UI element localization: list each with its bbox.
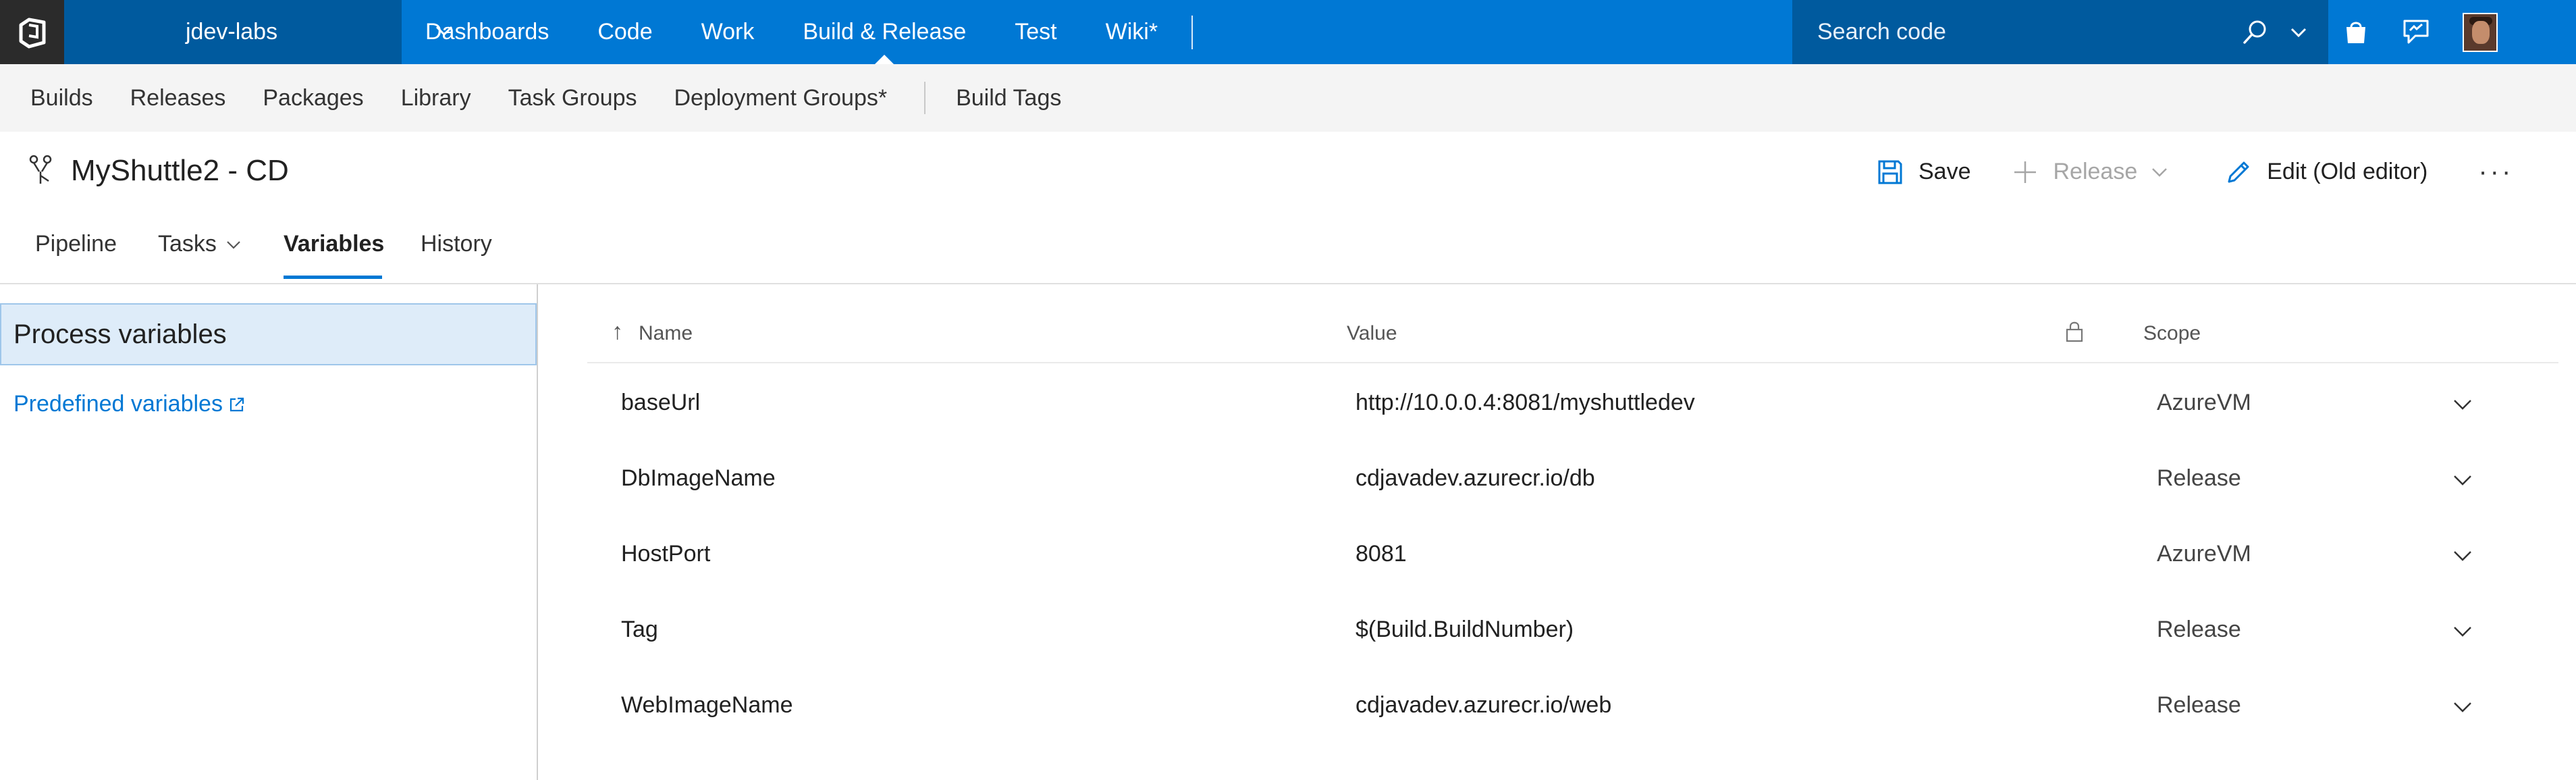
- more-actions-button[interactable]: ···: [2478, 157, 2513, 187]
- nav-code[interactable]: Code: [597, 0, 652, 64]
- predefined-variables-label: Predefined variables: [14, 391, 223, 417]
- edit-old-editor-button[interactable]: Edit (Old editor): [2225, 159, 2427, 186]
- sub-nav: Builds Releases Packages Library Task Gr…: [0, 64, 2576, 132]
- lock-icon[interactable]: [2064, 320, 2085, 343]
- process-variables-item[interactable]: Process variables: [0, 303, 537, 365]
- subnav-packages[interactable]: Packages: [263, 85, 363, 111]
- top-icons: [2342, 0, 2498, 64]
- subnav-deployment-groups[interactable]: Deployment Groups*: [674, 85, 887, 111]
- tab-tasks-label: Tasks: [158, 231, 217, 257]
- search-box: [1792, 0, 2328, 64]
- table-row[interactable]: baseUrl http://10.0.0.4:8081/myshuttlede…: [587, 368, 2558, 444]
- definition-header: MyShuttle2 - CD Save Release Edit (Old e…: [0, 135, 2576, 209]
- tab-history[interactable]: History: [421, 231, 492, 257]
- subnav-task-groups[interactable]: Task Groups: [508, 85, 637, 111]
- chevron-down-icon[interactable]: [2450, 468, 2475, 492]
- release-button[interactable]: Release: [2012, 159, 2185, 186]
- external-link-icon: [230, 397, 244, 411]
- variable-name[interactable]: Tag: [621, 617, 658, 643]
- project-name: jdev-labs: [186, 19, 278, 45]
- project-selector[interactable]: jdev-labs: [64, 0, 453, 64]
- search-icon[interactable]: [2241, 18, 2270, 47]
- search-input[interactable]: [1816, 18, 2221, 46]
- sort-ascending-icon[interactable]: ↑: [612, 319, 623, 345]
- column-header-scope[interactable]: Scope: [2143, 322, 2201, 345]
- tab-tasks[interactable]: Tasks: [158, 231, 242, 257]
- nav-work[interactable]: Work: [701, 0, 755, 64]
- table-row[interactable]: DbImageName cdjavadev.azurecr.io/db Rele…: [587, 444, 2558, 519]
- table-row[interactable]: WebImageName cdjavadev.azurecr.io/web Re…: [587, 671, 2558, 746]
- variable-scope[interactable]: Release: [2157, 617, 2241, 643]
- variable-name[interactable]: baseUrl: [621, 390, 700, 416]
- nav-build-release[interactable]: Build & Release: [803, 0, 966, 64]
- variable-name[interactable]: HostPort: [621, 541, 710, 567]
- variable-scope[interactable]: Release: [2157, 465, 2241, 492]
- release-label: Release: [2053, 159, 2138, 184]
- variable-value[interactable]: cdjavadev.azurecr.io/web: [1356, 692, 1611, 719]
- grid-header: ↑ Name Value Scope: [587, 304, 2558, 363]
- nav-test[interactable]: Test: [1015, 0, 1056, 64]
- variable-value[interactable]: cdjavadev.azurecr.io/db: [1356, 465, 1595, 492]
- top-bar: jdev-labs Dashboards Code Work Build & R…: [0, 0, 2576, 64]
- subnav-builds[interactable]: Builds: [30, 85, 93, 111]
- feedback-icon[interactable]: [2402, 18, 2430, 47]
- nav-divider: [1191, 15, 1193, 49]
- table-row[interactable]: HostPort 8081 AzureVM: [587, 519, 2558, 595]
- save-label: Save: [1918, 159, 1971, 184]
- tab-variables[interactable]: Variables: [284, 231, 384, 257]
- variable-value[interactable]: http://10.0.0.4:8081/myshuttledev: [1356, 390, 1695, 416]
- hub-nav: Dashboards Code Work Build & Release Tes…: [425, 0, 1193, 64]
- release-definition-icon: [29, 155, 52, 184]
- variable-scope[interactable]: AzureVM: [2157, 390, 2251, 416]
- chevron-down-icon[interactable]: [2450, 695, 2475, 719]
- subnav-build-tags[interactable]: Build Tags: [956, 85, 1061, 111]
- variable-name[interactable]: WebImageName: [621, 692, 793, 719]
- variables-left-pane: Process variables Predefined variables: [0, 284, 538, 780]
- nav-wiki[interactable]: Wiki*: [1106, 0, 1158, 64]
- subnav-releases[interactable]: Releases: [130, 85, 226, 111]
- column-header-name[interactable]: Name: [639, 322, 693, 345]
- vsts-logo-icon[interactable]: [0, 0, 64, 64]
- edit-label: Edit (Old editor): [2267, 159, 2428, 184]
- variable-scope[interactable]: AzureVM: [2157, 541, 2251, 567]
- chevron-down-icon[interactable]: [2450, 544, 2475, 568]
- marketplace-bag-icon[interactable]: [2342, 19, 2369, 46]
- active-tab-indicator: [284, 276, 382, 279]
- pencil-icon: [2228, 161, 2249, 182]
- table-row[interactable]: Tag $(Build.BuildNumber) Release: [587, 595, 2558, 671]
- variable-value[interactable]: 8081: [1356, 541, 1407, 567]
- variable-name[interactable]: DbImageName: [621, 465, 776, 492]
- chevron-down-icon[interactable]: [2450, 392, 2475, 417]
- plus-icon: [2014, 161, 2036, 183]
- definition-tabs: Pipeline Tasks Variables History: [0, 223, 2576, 284]
- subnav-divider: [924, 82, 926, 114]
- chevron-down-icon: [2152, 167, 2168, 177]
- save-icon: [1878, 160, 1902, 184]
- column-header-value[interactable]: Value: [1347, 322, 1397, 345]
- chevron-down-icon[interactable]: [2450, 619, 2475, 644]
- header-actions: Save Release Edit (Old editor) ···: [1877, 157, 2513, 187]
- chevron-down-icon[interactable]: [2288, 22, 2309, 43]
- nav-dashboards[interactable]: Dashboards: [425, 0, 549, 64]
- page-title[interactable]: MyShuttle2 - CD: [71, 154, 289, 188]
- user-avatar[interactable]: [2463, 12, 2498, 52]
- variable-scope[interactable]: Release: [2157, 692, 2241, 719]
- subnav-library[interactable]: Library: [401, 85, 471, 111]
- save-button[interactable]: Save: [1877, 159, 1971, 186]
- variable-value[interactable]: $(Build.BuildNumber): [1356, 617, 1574, 643]
- chevron-down-icon: [227, 240, 240, 249]
- predefined-variables-link[interactable]: Predefined variables: [14, 391, 246, 417]
- tab-pipeline[interactable]: Pipeline: [35, 231, 117, 257]
